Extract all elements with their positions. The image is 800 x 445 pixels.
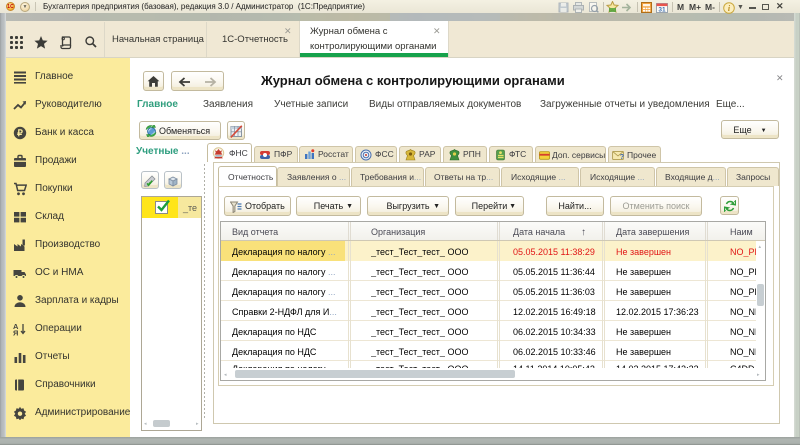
svg-text:Я: Я [13,329,18,337]
svg-text:?: ? [620,152,624,160]
svg-text:31: 31 [658,6,666,13]
svg-text:₽: ₽ [17,128,23,138]
